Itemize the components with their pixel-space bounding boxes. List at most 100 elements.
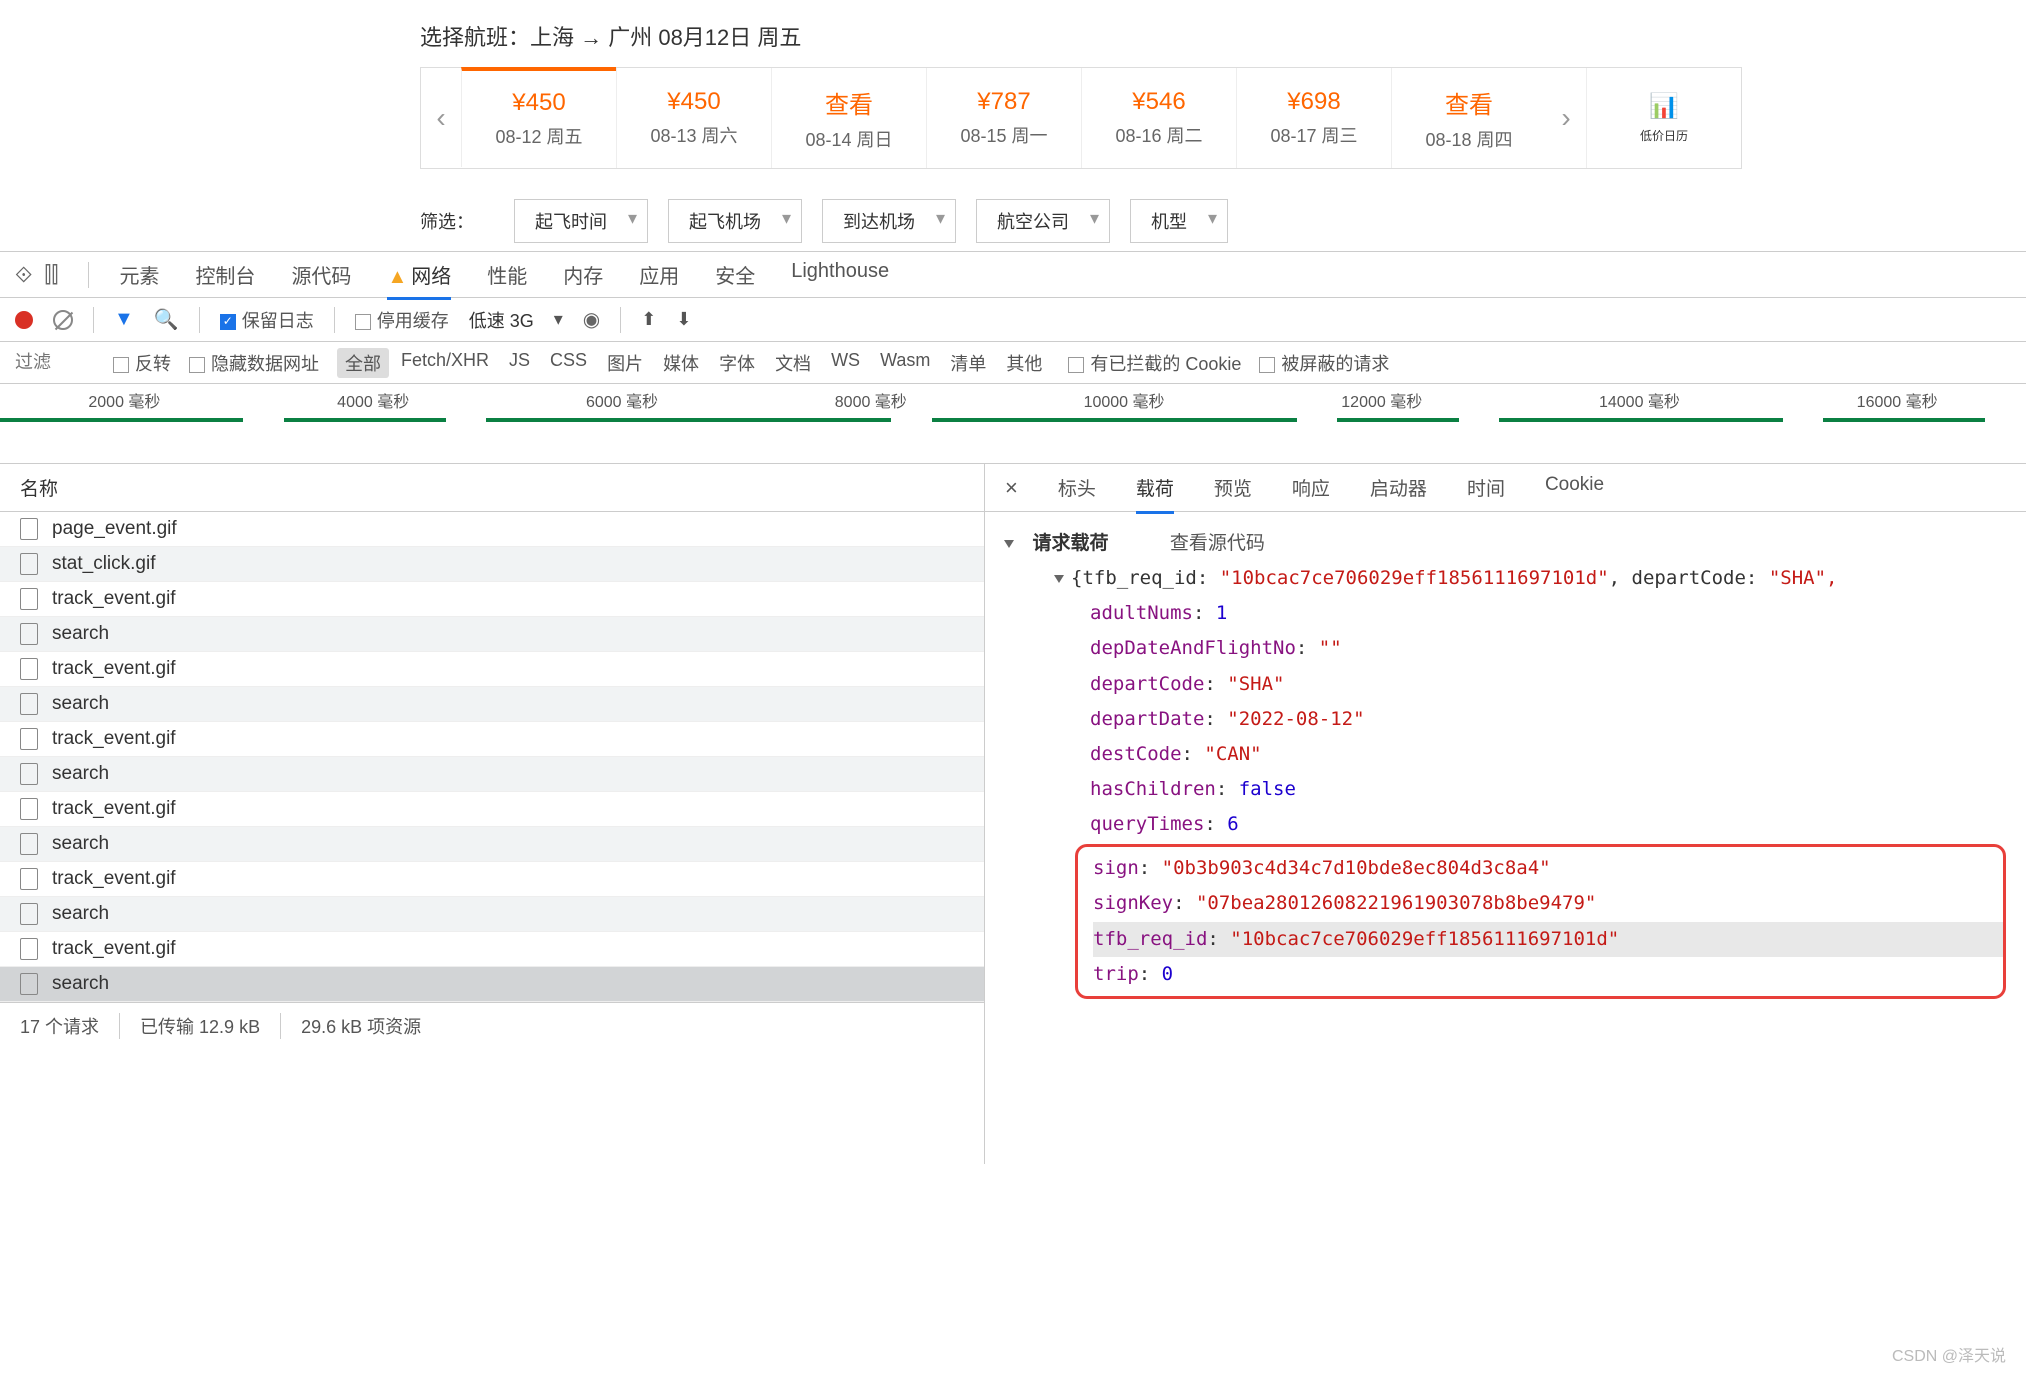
json-field[interactable]: adultNums: 1 bbox=[985, 596, 2026, 631]
payload-tab[interactable]: 标头 bbox=[1058, 474, 1096, 502]
throttle-select[interactable]: 低速 3G bbox=[469, 307, 534, 333]
type-filter[interactable]: JS bbox=[501, 348, 538, 378]
timeline-tick: 8000 毫秒 bbox=[835, 388, 907, 412]
request-item[interactable]: stat_click.gif bbox=[0, 547, 984, 582]
network-timeline[interactable]: 2000 毫秒4000 毫秒6000 毫秒8000 毫秒10000 毫秒1200… bbox=[0, 384, 2026, 464]
request-item[interactable]: search bbox=[0, 617, 984, 652]
timeline-tick: 2000 毫秒 bbox=[88, 388, 160, 412]
payload-tab[interactable]: 启动器 bbox=[1370, 474, 1427, 502]
request-item[interactable]: search bbox=[0, 967, 984, 1002]
flight-card[interactable]: 查看08-14 周日 bbox=[771, 68, 926, 168]
devtools-tab[interactable]: 内存 bbox=[563, 260, 603, 290]
preserve-log-checkbox[interactable]: 保留日志 bbox=[220, 307, 314, 333]
type-filter[interactable]: CSS bbox=[542, 348, 595, 378]
filter-input[interactable] bbox=[15, 352, 95, 373]
flight-card[interactable]: 查看08-18 周四 bbox=[1391, 68, 1546, 168]
payload-tab[interactable]: 响应 bbox=[1292, 474, 1330, 502]
request-item[interactable]: track_event.gif bbox=[0, 652, 984, 687]
disable-cache-checkbox[interactable]: 停用缓存 bbox=[355, 307, 449, 333]
json-field[interactable]: hasChildren: false bbox=[985, 772, 2026, 807]
type-filter[interactable]: 全部 bbox=[337, 348, 389, 378]
blocked-cookies-checkbox[interactable]: 有已拦截的 Cookie bbox=[1068, 350, 1241, 376]
json-field-highlighted[interactable]: signKey: "07bea28012608221961903078b8be9… bbox=[1093, 886, 2003, 921]
low-price-calendar[interactable]: 📊 低价日历 bbox=[1586, 68, 1741, 168]
json-field-highlighted[interactable]: trip: 0 bbox=[1093, 957, 2003, 992]
request-item[interactable]: track_event.gif bbox=[0, 862, 984, 897]
request-item[interactable]: track_event.gif bbox=[0, 932, 984, 967]
type-filter[interactable]: 文档 bbox=[767, 348, 819, 378]
type-filter[interactable]: Fetch/XHR bbox=[393, 348, 497, 378]
request-name: track_event.gif bbox=[52, 728, 176, 750]
request-item[interactable]: search bbox=[0, 897, 984, 932]
devtools-panel: ⟐ ⫿⫿ 元素 控制台 源代码 ▲网络 性能 内存 应用 安全 Lighthouse ▼ 🔍 保… bbox=[0, 251, 2026, 1164]
flight-card[interactable]: ¥45008-12 周五 bbox=[461, 67, 616, 167]
throttle-dropdown-icon[interactable]: ▾ bbox=[554, 309, 563, 330]
payload-tab[interactable]: Cookie bbox=[1545, 474, 1604, 502]
disclosure-icon[interactable] bbox=[1054, 575, 1064, 583]
json-field-highlighted[interactable]: tfb_req_id: "10bcac7ce706029eff185611169… bbox=[1093, 922, 2003, 957]
devtools-tab[interactable]: 应用 bbox=[639, 260, 679, 290]
type-filter[interactable]: 媒体 bbox=[655, 348, 707, 378]
type-filter[interactable]: 其他 bbox=[998, 348, 1050, 378]
type-filter[interactable]: 图片 bbox=[599, 348, 651, 378]
json-field[interactable]: depDateAndFlightNo: "" bbox=[985, 631, 2026, 666]
type-filter[interactable]: 字体 bbox=[711, 348, 763, 378]
json-field[interactable]: departDate: "2022-08-12" bbox=[985, 702, 2026, 737]
filter-dropdown[interactable]: 航空公司 bbox=[976, 199, 1110, 243]
json-field[interactable]: departCode: "SHA" bbox=[985, 667, 2026, 702]
search-icon[interactable]: 🔍 bbox=[154, 307, 179, 332]
type-filter[interactable]: Wasm bbox=[872, 348, 938, 378]
wifi-icon[interactable]: ◉ bbox=[583, 307, 600, 332]
timeline-tick: 16000 毫秒 bbox=[1857, 388, 1938, 412]
json-top-line[interactable]: {tfb_req_id: "10bcac7ce706029eff18561116… bbox=[985, 561, 2026, 596]
request-item[interactable]: track_event.gif bbox=[0, 792, 984, 827]
close-panel-icon[interactable]: × bbox=[1005, 475, 1018, 501]
json-field-highlighted[interactable]: sign: "0b3b903c4d34c7d10bde8ec804d3c8a4" bbox=[1093, 851, 2003, 886]
inspect-icon[interactable]: ⟐ bbox=[15, 262, 32, 288]
request-item[interactable]: track_event.gif bbox=[0, 722, 984, 757]
filter-dropdown[interactable]: 起飞时间 bbox=[514, 199, 648, 243]
blocked-requests-checkbox[interactable]: 被屏蔽的请求 bbox=[1259, 350, 1389, 376]
request-item[interactable]: track_event.gif bbox=[0, 582, 984, 617]
request-item[interactable]: search bbox=[0, 757, 984, 792]
request-item[interactable]: search bbox=[0, 827, 984, 862]
devtools-tab[interactable]: 元素 bbox=[119, 260, 159, 290]
upload-icon[interactable]: ⬆ bbox=[641, 309, 656, 330]
invert-checkbox[interactable]: 反转 bbox=[113, 350, 171, 376]
request-item[interactable]: search bbox=[0, 687, 984, 722]
flight-card[interactable]: ¥45008-13 周六 bbox=[616, 68, 771, 168]
hide-data-checkbox[interactable]: 隐藏数据网址 bbox=[189, 350, 319, 376]
flight-card[interactable]: ¥69808-17 周三 bbox=[1236, 68, 1391, 168]
filter-icon[interactable]: ▼ bbox=[114, 308, 134, 331]
devtools-tab[interactable]: 控制台 bbox=[195, 260, 255, 290]
next-arrow[interactable]: › bbox=[1546, 68, 1586, 168]
json-field[interactable]: destCode: "CAN" bbox=[985, 737, 2026, 772]
filter-dropdown[interactable]: 机型 bbox=[1130, 199, 1228, 243]
flight-date: 08-16 周二 bbox=[1115, 122, 1202, 148]
type-filter[interactable]: 清单 bbox=[942, 348, 994, 378]
clear-button[interactable] bbox=[53, 310, 73, 330]
view-source-link[interactable]: 查看源代码 bbox=[1170, 533, 1265, 554]
type-filter[interactable]: WS bbox=[823, 348, 868, 378]
payload-tab[interactable]: 预览 bbox=[1214, 474, 1252, 502]
payload-tab[interactable]: 时间 bbox=[1467, 474, 1505, 502]
filter-dropdown[interactable]: 起飞机场 bbox=[668, 199, 802, 243]
list-header[interactable]: 名称 bbox=[0, 464, 984, 512]
transferred: 已传输 12.9 kB bbox=[140, 1013, 281, 1039]
devtools-tab[interactable]: 安全 bbox=[715, 260, 755, 290]
devtools-tab[interactable]: Lighthouse bbox=[791, 260, 889, 290]
prev-arrow[interactable]: ‹ bbox=[421, 68, 461, 168]
record-button[interactable] bbox=[15, 311, 33, 329]
devtools-tab[interactable]: 源代码 bbox=[291, 260, 351, 290]
flight-card[interactable]: ¥78708-15 周一 bbox=[926, 68, 1081, 168]
request-item[interactable]: page_event.gif bbox=[0, 512, 984, 547]
devtools-tab[interactable]: ▲网络 bbox=[387, 260, 451, 300]
devtools-tab[interactable]: 性能 bbox=[487, 260, 527, 290]
flight-card[interactable]: ¥54608-16 周二 bbox=[1081, 68, 1236, 168]
disclosure-icon[interactable] bbox=[1004, 540, 1014, 548]
device-icon[interactable]: ⫿⫿ bbox=[44, 262, 58, 288]
payload-tab[interactable]: 载荷 bbox=[1136, 474, 1174, 514]
json-field[interactable]: queryTimes: 6 bbox=[985, 807, 2026, 842]
filter-dropdown[interactable]: 到达机场 bbox=[822, 199, 956, 243]
download-icon[interactable]: ⬇ bbox=[676, 309, 691, 330]
